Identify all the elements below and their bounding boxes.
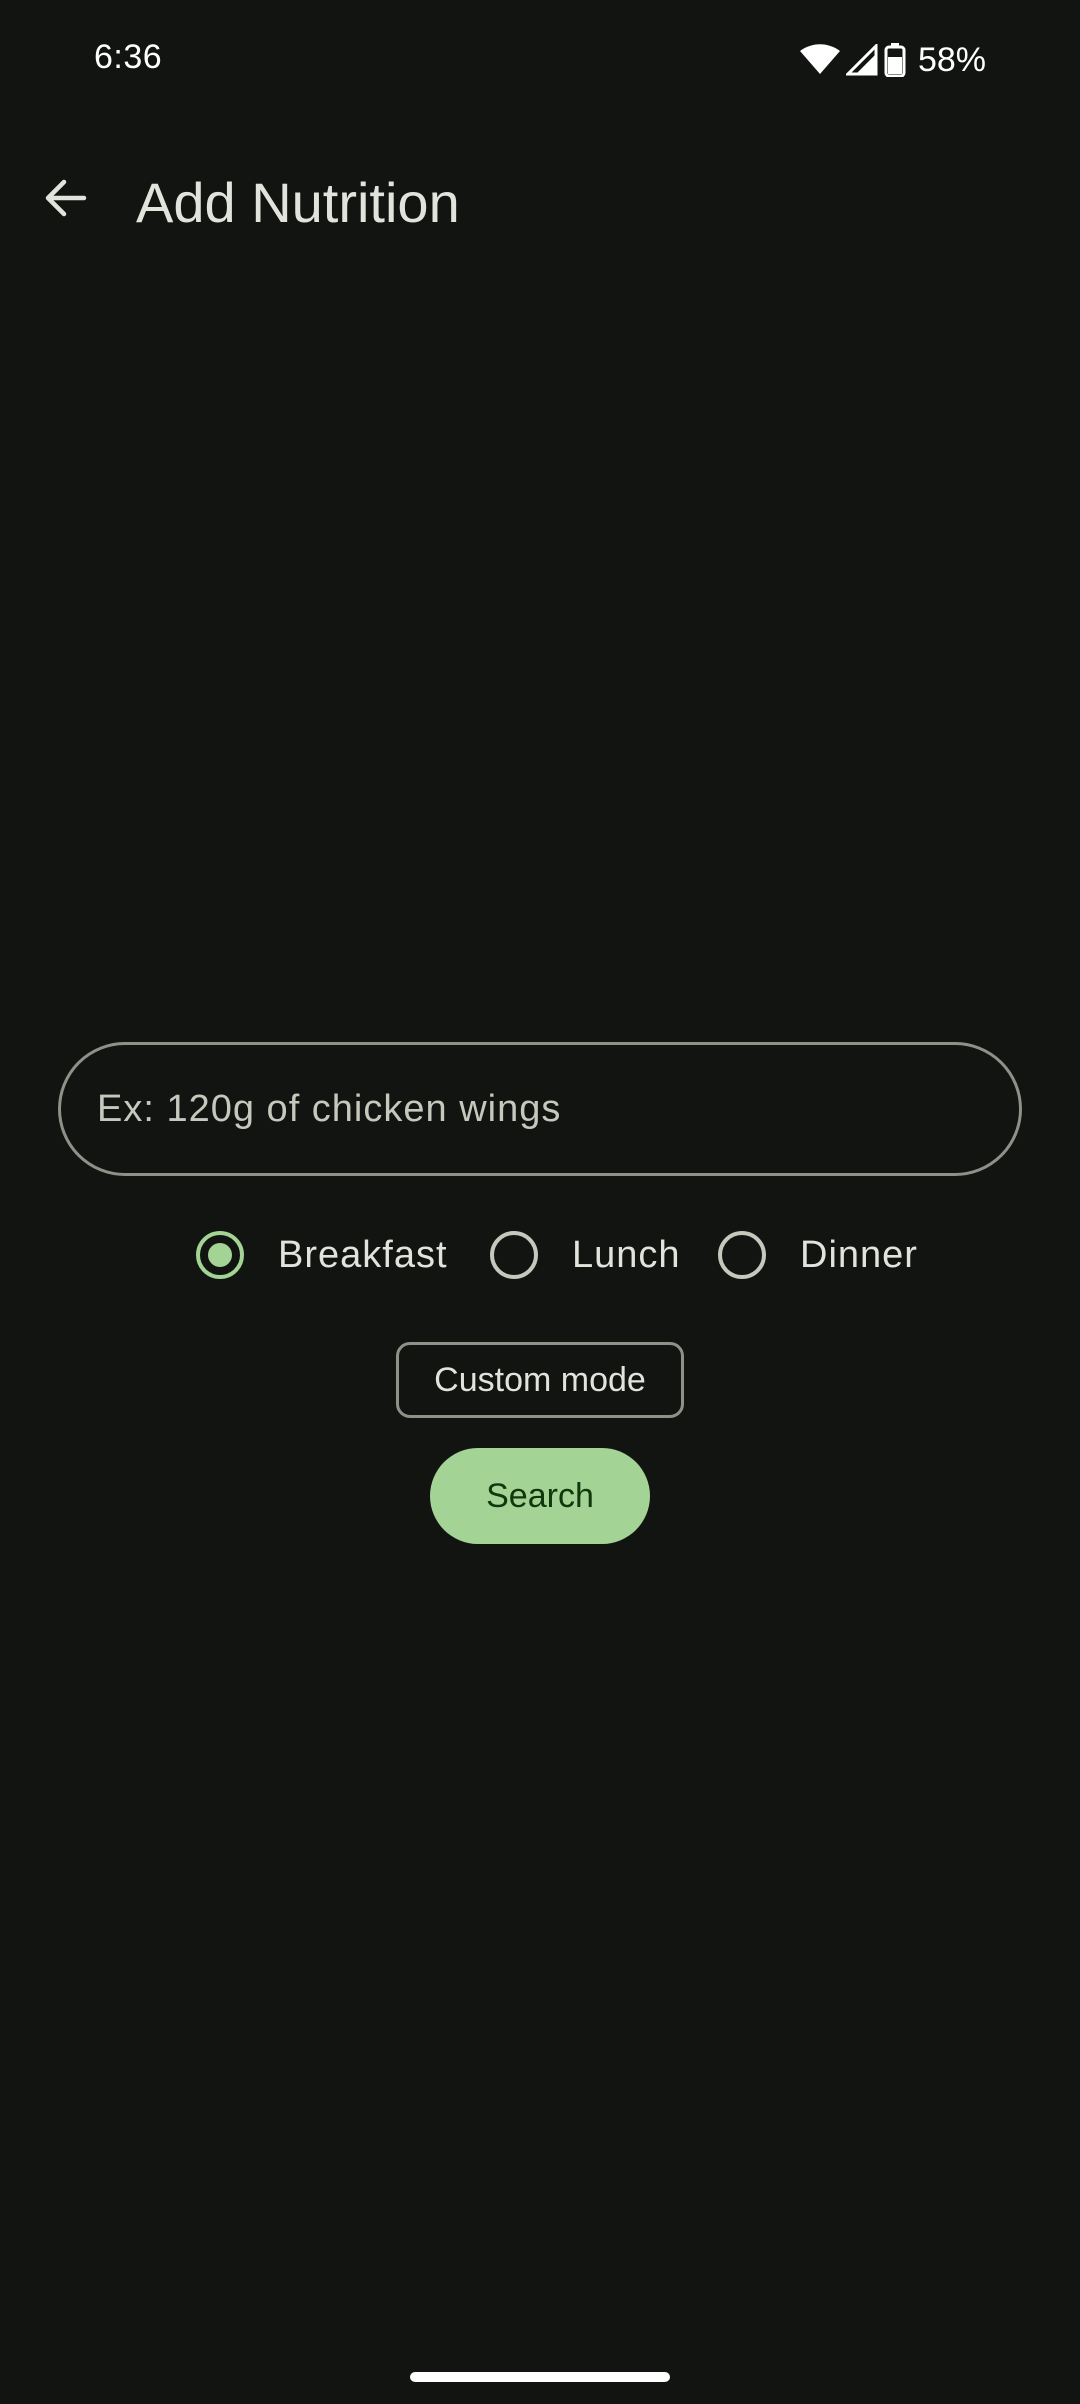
status-bar: 6:36 58% xyxy=(0,0,1080,120)
arrow-back-icon xyxy=(44,176,88,225)
status-time: 6:36 xyxy=(94,38,163,76)
meal-radio-group: Breakfast Lunch Dinner xyxy=(0,1220,1080,1290)
food-search-field[interactable] xyxy=(58,1042,1022,1176)
gesture-navigation-bar[interactable] xyxy=(410,2372,670,2382)
radio-label-lunch: Lunch xyxy=(572,1233,681,1276)
radio-label-breakfast: Breakfast xyxy=(278,1233,448,1276)
cellular-signal-icon xyxy=(845,44,878,76)
page-title: Add Nutrition xyxy=(136,171,460,234)
food-search-input[interactable] xyxy=(97,1087,1019,1131)
custom-mode-button[interactable]: Custom mode xyxy=(396,1342,684,1418)
top-app-bar: Add Nutrition xyxy=(0,150,1080,250)
status-icons: 58% xyxy=(799,40,986,80)
battery-icon xyxy=(884,43,906,77)
radio-button-checked[interactable] xyxy=(196,1231,244,1279)
radio-breakfast[interactable]: Breakfast xyxy=(196,1220,448,1290)
radio-lunch[interactable]: Lunch xyxy=(490,1220,681,1290)
back-button[interactable] xyxy=(28,162,104,238)
add-nutrition-screen: 6:36 58% Add Nutrition Ex: 120g of chick… xyxy=(0,0,1080,2404)
radio-label-dinner: Dinner xyxy=(800,1233,918,1276)
radio-dinner[interactable]: Dinner xyxy=(718,1220,918,1290)
search-button[interactable]: Search xyxy=(430,1448,650,1544)
radio-button-unchecked[interactable] xyxy=(490,1231,538,1279)
battery-percent: 58% xyxy=(917,40,986,79)
radio-button-unchecked[interactable] xyxy=(718,1231,766,1279)
wifi-icon xyxy=(799,44,840,76)
